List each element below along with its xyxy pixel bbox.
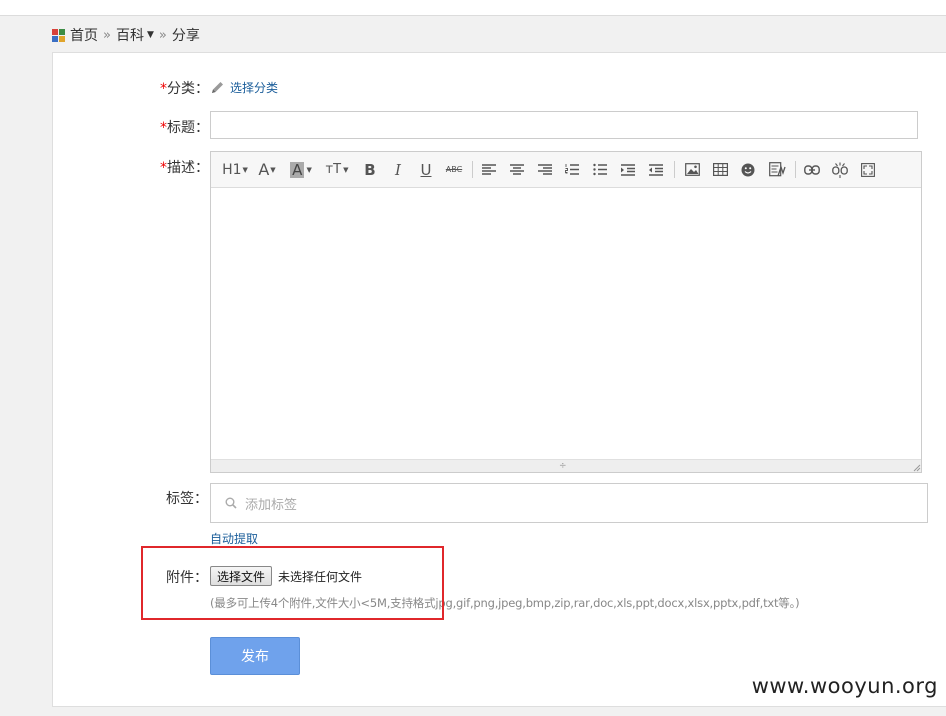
select-category-text[interactable]: 选择分类 [230, 79, 278, 96]
toolbar-separator [674, 161, 675, 178]
align-left-icon[interactable] [479, 152, 499, 187]
breadcrumb-separator: » [103, 27, 111, 43]
tags-label: 标签： [166, 491, 208, 507]
category-label: *分类： [160, 78, 209, 98]
toolbar-separator [795, 161, 796, 178]
breadcrumb-separator: » [158, 27, 167, 43]
emoji-icon[interactable] [738, 152, 758, 187]
tags-placeholder: 添加标签 [245, 497, 298, 513]
publish-button[interactable]: 发布 [210, 637, 300, 675]
font-size-button-label: A [258, 160, 270, 179]
fullscreen-icon[interactable] [858, 152, 878, 187]
title-label: *标题： [160, 117, 209, 137]
editor-toolbar: H1 ▼ A ▼ A ▼ тT ▼ B I U ABC [211, 152, 921, 188]
align-center-icon[interactable] [507, 152, 527, 187]
ordered-list-icon[interactable] [562, 152, 582, 187]
bold-button[interactable]: B [360, 152, 380, 187]
highlight-button-label: A [290, 160, 305, 179]
breadcrumb: 首页 » 百科 ▼ » 分享 [52, 26, 200, 44]
caret-down-icon[interactable]: ▼ [147, 30, 154, 40]
resize-corner-icon[interactable] [913, 464, 921, 472]
text-case-button-label: тT [325, 162, 342, 177]
indent-icon[interactable] [618, 152, 638, 187]
pencil-icon [212, 82, 223, 93]
title-input[interactable] [210, 111, 918, 139]
toolbar-separator [472, 161, 473, 178]
search-icon [225, 497, 237, 509]
breadcrumb-home[interactable]: 首页 [70, 25, 98, 45]
table-icon[interactable] [710, 152, 730, 187]
description-label: *描述： [160, 157, 209, 177]
outdent-icon[interactable] [646, 152, 666, 187]
top-bar [0, 0, 946, 16]
link-icon[interactable] [802, 152, 822, 187]
description-label-text: 描述： [167, 160, 209, 176]
rich-text-editor: H1 ▼ A ▼ A ▼ тT ▼ B I U ABC ÷ [210, 151, 922, 473]
watermark: www.wooyun.org [751, 674, 938, 698]
highlight-box [141, 546, 444, 620]
title-label-text: 标题： [167, 120, 209, 136]
image-icon[interactable] [682, 152, 702, 187]
underline-button[interactable]: U [416, 152, 436, 187]
grid-menu-icon [52, 28, 65, 42]
tags-input[interactable]: 添加标签 [210, 483, 928, 523]
heading-button[interactable]: H1 ▼ [222, 152, 248, 187]
resize-grip-icon[interactable]: ÷ [559, 461, 567, 471]
category-label-text: 分类： [167, 81, 209, 97]
auto-extract-link[interactable]: 自动提取 [210, 530, 258, 547]
required-mark: * [160, 81, 167, 97]
select-category-link[interactable]: 选择分类 [210, 79, 278, 96]
unlink-icon[interactable] [830, 152, 850, 187]
strikethrough-button[interactable]: ABC [443, 152, 465, 187]
editor-content-area[interactable] [211, 188, 921, 460]
italic-button[interactable]: I [388, 152, 408, 187]
highlight-button[interactable]: A ▼ [287, 152, 315, 187]
breadcrumb-section[interactable]: 百科 [116, 25, 144, 45]
text-case-button[interactable]: тT ▼ [323, 152, 351, 187]
required-mark: * [160, 120, 167, 136]
font-size-button[interactable]: A ▼ [255, 152, 279, 187]
breadcrumb-current: 分享 [171, 28, 200, 44]
heading-button-label: H1 [222, 161, 242, 178]
align-right-icon[interactable] [535, 152, 555, 187]
editor-resize-bar[interactable]: ÷ [211, 459, 921, 472]
code-block-icon[interactable] [766, 152, 788, 187]
required-mark: * [160, 160, 167, 176]
unordered-list-icon[interactable] [590, 152, 610, 187]
